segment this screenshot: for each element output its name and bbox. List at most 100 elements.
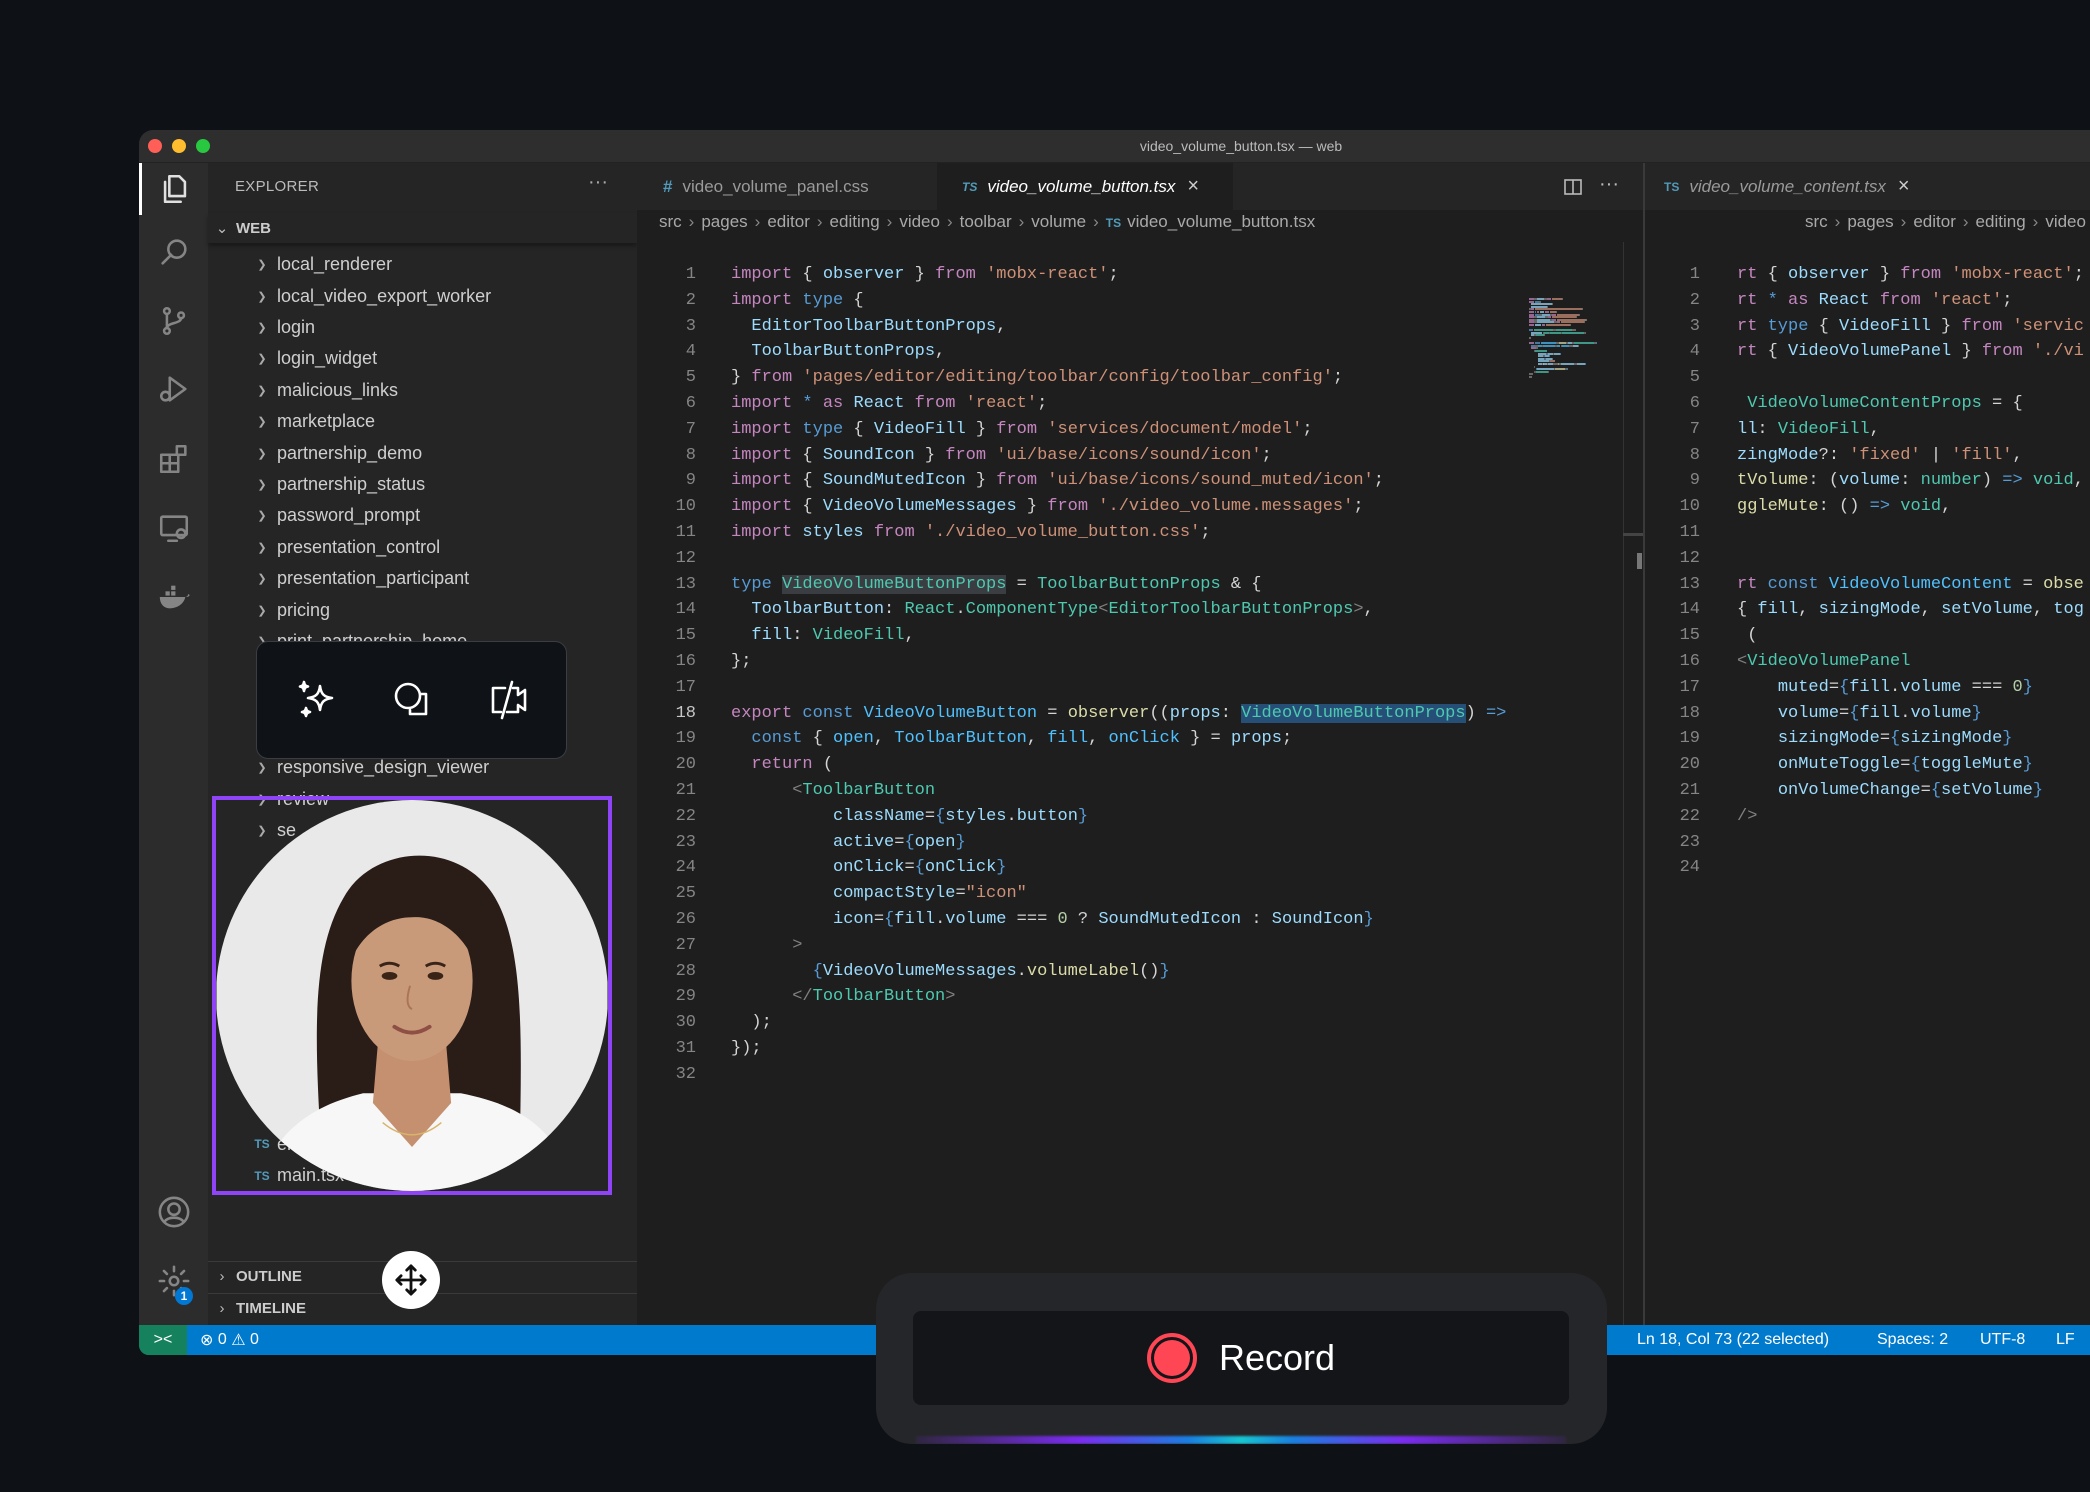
code-line[interactable]: 24 onClick={onClick} bbox=[637, 855, 1643, 881]
editor-more-actions[interactable]: ··· bbox=[1599, 173, 1619, 196]
activity-explorer[interactable] bbox=[139, 163, 208, 215]
breadcrumb-item[interactable]: pages bbox=[1847, 212, 1893, 231]
breadcrumb-item[interactable]: editing bbox=[830, 212, 880, 231]
tree-item[interactable]: ❯ local_video_export_worker bbox=[208, 280, 637, 311]
line-ending[interactable]: LF bbox=[2056, 1325, 2075, 1355]
activity-settings[interactable]: 1 bbox=[139, 1255, 208, 1307]
code-line[interactable]: 16}; bbox=[637, 649, 1643, 675]
code-line[interactable]: 3 rt type { VideoFill } from 'servic bbox=[1645, 314, 2090, 340]
code-line[interactable]: 22 className={styles.button} bbox=[637, 804, 1643, 830]
activity-docker[interactable] bbox=[139, 571, 208, 623]
breadcrumb-item[interactable]: video_volume_button.tsx bbox=[1127, 212, 1315, 231]
code-line[interactable]: 4 ToolbarButtonProps, bbox=[637, 339, 1643, 365]
problems-indicator[interactable]: ⊗ 0 ⚠ 0 bbox=[200, 1325, 259, 1355]
breadcrumb-item[interactable]: editing bbox=[1976, 212, 2026, 231]
code-line[interactable]: 23 bbox=[1645, 830, 2090, 856]
code-line[interactable]: 25 compactStyle="icon" bbox=[637, 881, 1643, 907]
code-line[interactable]: 32 bbox=[637, 1062, 1643, 1088]
cursor-position[interactable]: Ln 18, Col 73 (22 selected) bbox=[1637, 1325, 1829, 1355]
code-line[interactable]: 5 bbox=[1645, 365, 2090, 391]
code-line[interactable]: 18 export const VideoVolumeButton = obser… bbox=[637, 701, 1643, 727]
code-line[interactable]: 17 bbox=[637, 675, 1643, 701]
indentation[interactable]: Spaces: 2 bbox=[1877, 1325, 1948, 1355]
breadcrumb-item[interactable]: editor bbox=[1913, 212, 1956, 231]
code-line[interactable]: 6 VideoVolumeContentProps = { bbox=[1645, 391, 2090, 417]
code-line[interactable]: 8 import { SoundIcon } from 'ui/base/icon… bbox=[637, 443, 1643, 469]
split-editor-icon[interactable] bbox=[1563, 177, 1583, 197]
code-line[interactable]: 20 return ( bbox=[637, 752, 1643, 778]
code-line[interactable]: 26 icon={fill.volume === 0 ? SoundMutedI… bbox=[637, 907, 1643, 933]
tree-item[interactable]: ❯ login_widget bbox=[208, 343, 637, 374]
code-line[interactable]: 14 ToolbarButton: React.ComponentType<Ed… bbox=[637, 597, 1643, 623]
code-line[interactable]: 15 ( bbox=[1645, 623, 2090, 649]
camera-shape-button[interactable] bbox=[384, 672, 440, 728]
code-line[interactable]: 19 const { open, ToolbarButton, fill, on… bbox=[637, 726, 1643, 752]
code-line[interactable]: 7 ll: VideoFill, bbox=[1645, 417, 2090, 443]
encoding[interactable]: UTF-8 bbox=[1980, 1325, 2025, 1355]
code-line[interactable]: 6 import * as React from 'react'; bbox=[637, 391, 1643, 417]
close-tab-icon[interactable]: × bbox=[1898, 175, 1910, 198]
explorer-more-button[interactable]: ··· bbox=[588, 171, 608, 194]
code-line[interactable]: 15 fill: VideoFill, bbox=[637, 623, 1643, 649]
tree-item[interactable]: ❯ malicious_links bbox=[208, 375, 637, 406]
activity-search[interactable] bbox=[139, 226, 208, 278]
camera-move-handle[interactable] bbox=[382, 1251, 440, 1309]
breadcrumb-item[interactable]: src bbox=[659, 212, 682, 231]
code-line[interactable]: 9 tVolume: (volume: number) => void, bbox=[1645, 468, 2090, 494]
code-line[interactable]: 1 rt { observer } from 'mobx-react'; bbox=[1645, 262, 2090, 288]
breadcrumb-item[interactable]: editor bbox=[767, 212, 810, 231]
code-line[interactable]: 10 import { VideoVolumeMessages } from '.… bbox=[637, 494, 1643, 520]
breadcrumb-item[interactable]: video bbox=[2045, 212, 2086, 231]
code-line[interactable]: 14 { fill, sizingMode, setVolume, tog bbox=[1645, 597, 2090, 623]
tab-video-volume-panel-css[interactable]: # video_volume_panel.css bbox=[640, 163, 937, 210]
code-line[interactable]: 12 bbox=[1645, 546, 2090, 572]
code-line[interactable]: 18 volume={fill.volume} bbox=[1645, 701, 2090, 727]
tree-item[interactable]: ❯ partnership_demo bbox=[208, 437, 637, 468]
tree-root-web[interactable]: ⌄ WEB bbox=[208, 213, 637, 243]
code-line[interactable]: 31}); bbox=[637, 1036, 1643, 1062]
activity-remote-explorer[interactable] bbox=[139, 502, 208, 554]
tree-item[interactable]: ❯ marketplace bbox=[208, 406, 637, 437]
breadcrumb-item[interactable]: pages bbox=[701, 212, 747, 231]
activity-source-control[interactable] bbox=[139, 295, 208, 347]
code-line[interactable]: 20 onMuteToggle={toggleMute} bbox=[1645, 752, 2090, 778]
code-line[interactable]: 7 import type { VideoFill } from 'service… bbox=[637, 417, 1643, 443]
effects-button[interactable] bbox=[288, 672, 344, 728]
tree-item[interactable]: ❯ pricing bbox=[208, 594, 637, 625]
code-line[interactable]: 10 ggleMute: () => void, bbox=[1645, 494, 2090, 520]
camera-bubble-frame[interactable] bbox=[212, 796, 612, 1195]
code-line[interactable]: 13 rt const VideoVolumeContent = obse bbox=[1645, 572, 2090, 598]
code-line[interactable]: 13 type VideoVolumeButtonProps = ToolbarB… bbox=[637, 572, 1643, 598]
activity-run-debug[interactable] bbox=[139, 363, 208, 415]
breadcrumb-item[interactable]: toolbar bbox=[960, 212, 1012, 231]
breadcrumb-item[interactable]: video bbox=[899, 212, 940, 231]
code-line[interactable]: 2 rt * as React from 'react'; bbox=[1645, 288, 2090, 314]
activity-accounts[interactable] bbox=[139, 1186, 208, 1238]
minimap[interactable] bbox=[1529, 298, 1625, 388]
code-line[interactable]: 27 > bbox=[637, 933, 1643, 959]
code-line[interactable]: 24 bbox=[1645, 855, 2090, 881]
code-line[interactable]: 17 muted={fill.volume === 0} bbox=[1645, 675, 2090, 701]
code-line[interactable]: 19 sizingMode={sizingMode} bbox=[1645, 726, 2090, 752]
scrollbar-marker[interactable] bbox=[1637, 553, 1642, 569]
code-line[interactable]: 8 zingMode?: 'fixed' | 'fill', bbox=[1645, 443, 2090, 469]
code-line[interactable]: 28 {VideoVolumeMessages.volumeLabel()} bbox=[637, 959, 1643, 985]
tree-item[interactable]: ❯ presentation_participant bbox=[208, 563, 637, 594]
code-line[interactable]: 23 active={open} bbox=[637, 830, 1643, 856]
camera-toggle-button[interactable] bbox=[481, 672, 537, 728]
breadcrumb-item[interactable]: src bbox=[1805, 212, 1828, 231]
tree-item[interactable]: ❯ password_prompt bbox=[208, 500, 637, 531]
tab-video-volume-button-tsx[interactable]: TS video_volume_button.tsx × bbox=[937, 163, 1233, 210]
code-line[interactable]: 12 bbox=[637, 546, 1643, 572]
close-tab-icon[interactable]: × bbox=[1187, 175, 1199, 198]
code-line[interactable]: 1 import { observer } from 'mobx-react'; bbox=[637, 262, 1643, 288]
code-line[interactable]: 21 onVolumeChange={setVolume} bbox=[1645, 778, 2090, 804]
tree-item[interactable]: ❯ partnership_status bbox=[208, 469, 637, 500]
code-line[interactable]: 4 rt { VideoVolumePanel } from './vi bbox=[1645, 339, 2090, 365]
breadcrumb-item[interactable]: volume bbox=[1031, 212, 1086, 231]
code-line[interactable]: 5} from 'pages/editor/editing/toolbar/co… bbox=[637, 365, 1643, 391]
record-button[interactable]: Record bbox=[913, 1311, 1569, 1405]
code-line[interactable]: 9 import { SoundMutedIcon } from 'ui/base… bbox=[637, 468, 1643, 494]
camera-preview[interactable] bbox=[216, 800, 608, 1191]
tree-item[interactable]: ❯ presentation_control bbox=[208, 532, 637, 563]
